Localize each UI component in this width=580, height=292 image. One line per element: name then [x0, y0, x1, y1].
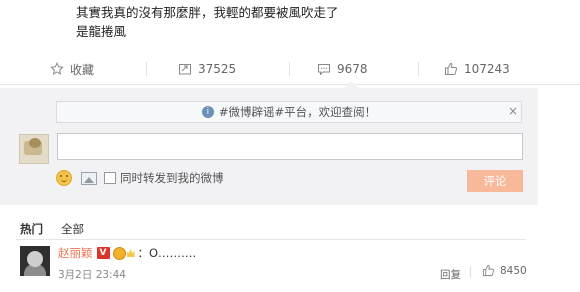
like-count: 107243 [464, 62, 510, 76]
avatar-shape [27, 251, 43, 267]
avatar-shape [29, 138, 41, 148]
comment-like-button[interactable]: 8450 [482, 264, 527, 277]
submit-comment-button[interactable]: 评论 [467, 170, 523, 192]
forward-checkbox[interactable] [104, 172, 116, 184]
comment-icon [318, 64, 330, 76]
star-icon [50, 62, 64, 75]
info-icon: i [201, 106, 214, 118]
emoji-icon[interactable] [56, 170, 72, 186]
comment-count: 9678 [337, 62, 368, 76]
composer-toolbar: 同时转发到我的微博 [56, 168, 224, 188]
comment-item: 赵丽颖 V ：O………. [58, 245, 196, 261]
action-divider [418, 62, 419, 76]
comment-panel-caret [344, 81, 358, 88]
repost-count: 37525 [198, 62, 237, 76]
post-text-line-2: 是龍捲風 [76, 24, 127, 39]
comment-action-divider [470, 266, 471, 278]
repost-button[interactable]: 37525 [178, 53, 236, 85]
commenter-name[interactable]: 赵丽颖 [58, 245, 93, 261]
post-text-line-1: 其實我真的沒有那麼胖，我輕的都要被風吹走了 [76, 5, 339, 20]
comment-timestamp: 3月2日 23:44 [58, 269, 126, 281]
comment-text: ：O………. [137, 246, 197, 260]
thumbs-up-icon [482, 264, 495, 277]
avatar [19, 134, 49, 164]
commenter-avatar[interactable] [20, 246, 50, 276]
like-button[interactable]: 107243 [444, 53, 510, 85]
image-icon[interactable] [81, 171, 97, 185]
comment-input[interactable] [57, 133, 523, 160]
action-divider [146, 62, 147, 76]
crown-icon [126, 249, 135, 257]
post-text: 其實我真的沒有那麼胖，我輕的都要被風吹走了 是龍捲風 [76, 3, 339, 41]
verified-badge-icon: V [96, 247, 110, 259]
comment-filter-tabs: 热门 全部 [20, 221, 102, 237]
favorite-button[interactable]: 收藏 [50, 53, 94, 85]
comment-like-count: 8450 [500, 264, 527, 277]
close-icon[interactable]: × [508, 104, 518, 118]
action-bar: 收藏 37525 9678 107243 [0, 53, 580, 85]
tab-all[interactable]: 全部 [61, 221, 84, 237]
rumor-notice: i #微博辟谣#平台，欢迎查阅！ [56, 101, 522, 123]
action-divider [289, 62, 290, 76]
favorite-label: 收藏 [70, 62, 95, 77]
divider [16, 239, 526, 240]
comment-button[interactable]: 9678 [317, 53, 368, 85]
notice-text[interactable]: #微博辟谣#平台，欢迎查阅！ [219, 104, 376, 120]
thumbs-up-icon [445, 62, 458, 75]
medal-icon [112, 246, 126, 260]
reply-button[interactable]: 回复 [440, 267, 461, 282]
tab-hot[interactable]: 热门 [20, 221, 43, 237]
forward-label: 同时转发到我的微博 [120, 171, 224, 185]
repost-icon [179, 64, 191, 75]
